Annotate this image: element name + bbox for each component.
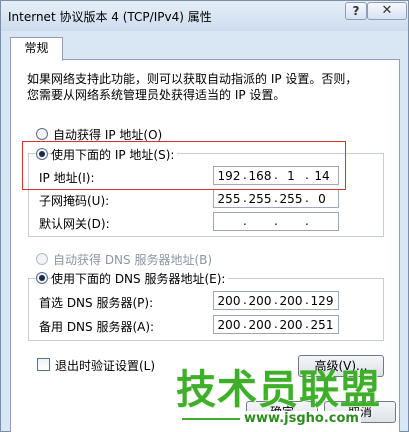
ip-address-label: IP 地址(I): bbox=[39, 171, 95, 185]
adns-octet-1: 200 bbox=[217, 318, 241, 332]
auto-dns-radio[interactable] bbox=[36, 253, 48, 265]
title-bar: Internet 协议版本 4 (TCP/IPv4) 属性 ? ✕ bbox=[1, 1, 408, 31]
description-line-2: 您需要从网络系统管理员处获得适当的 IP 设置。 bbox=[27, 88, 286, 102]
alternate-dns-field[interactable]: 200 . 200 . 200 . 251 bbox=[213, 315, 339, 334]
close-button[interactable]: ✕ bbox=[367, 2, 407, 20]
validate-label: 退出时验证设置(L) bbox=[55, 359, 156, 373]
pdns-octet-4: 129 bbox=[310, 294, 334, 308]
validate-checkbox[interactable] bbox=[37, 358, 50, 371]
watermark-logo-text: 技术员联盟 bbox=[176, 367, 381, 413]
manual-dns-radio[interactable] bbox=[36, 272, 48, 284]
mask-octet-4: 0 bbox=[318, 192, 326, 206]
adns-octet-2: 200 bbox=[248, 318, 272, 332]
subnet-mask-label: 子网掩码(U): bbox=[39, 194, 110, 208]
mask-octet-3: 255 bbox=[279, 192, 303, 206]
adns-octet-3: 200 bbox=[279, 318, 303, 332]
manual-dns-label: 使用下面的 DNS 服务器地址(E): bbox=[51, 270, 229, 287]
watermark-url: www.jsgho.com bbox=[242, 411, 361, 426]
help-button[interactable]: ? bbox=[345, 2, 367, 20]
subnet-mask-field[interactable]: 255 . 255 . 255 . 0 bbox=[213, 189, 339, 208]
watermark-rule bbox=[182, 418, 240, 420]
window-title: Internet 协议版本 4 (TCP/IPv4) 属性 bbox=[8, 10, 212, 24]
description-line-1: 如果网络支持此功能，则可以获取自动指派的 IP 设置。否则， bbox=[27, 72, 358, 86]
ip-octet-2: 168 bbox=[248, 169, 272, 183]
ip-octet-4: 14 bbox=[314, 169, 330, 183]
pdns-octet-2: 200 bbox=[248, 294, 272, 308]
preferred-dns-label: 首选 DNS 服务器(P): bbox=[39, 296, 154, 310]
ip-octet-1: 192 bbox=[217, 169, 241, 183]
gateway-field[interactable]: . . . bbox=[213, 212, 339, 231]
mask-octet-2: 255 bbox=[248, 192, 272, 206]
pdns-octet-1: 200 bbox=[217, 294, 241, 308]
manual-ip-label: 使用下面的 IP 地址(S): bbox=[51, 146, 178, 163]
tab-general-label: 常规 bbox=[24, 41, 49, 55]
mask-octet-1: 255 bbox=[217, 192, 241, 206]
auto-dns-label: 自动获得 DNS 服务器地址(B) bbox=[53, 253, 213, 267]
adns-octet-4: 251 bbox=[310, 318, 334, 332]
ip-octet-3: 1 bbox=[287, 169, 295, 183]
pdns-octet-3: 200 bbox=[279, 294, 303, 308]
manual-ip-radio[interactable] bbox=[36, 148, 48, 160]
ip-dot: . bbox=[243, 214, 247, 228]
alternate-dns-label: 备用 DNS 服务器(A): bbox=[39, 320, 155, 334]
tab-general[interactable]: 常规 bbox=[10, 37, 63, 61]
auto-ip-label: 自动获得 IP 地址(O) bbox=[53, 128, 163, 142]
preferred-dns-field[interactable]: 200 . 200 . 200 . 129 bbox=[213, 291, 339, 310]
auto-ip-radio[interactable] bbox=[36, 128, 48, 140]
ip-dot: . bbox=[305, 214, 309, 228]
ip-dot: . bbox=[274, 214, 278, 228]
ip-address-field[interactable]: 192 . 168 . 1 . 14 bbox=[213, 166, 339, 185]
gateway-label: 默认网关(D): bbox=[39, 217, 110, 231]
watermark: 技术员联盟 www.jsgho.com bbox=[176, 367, 381, 426]
